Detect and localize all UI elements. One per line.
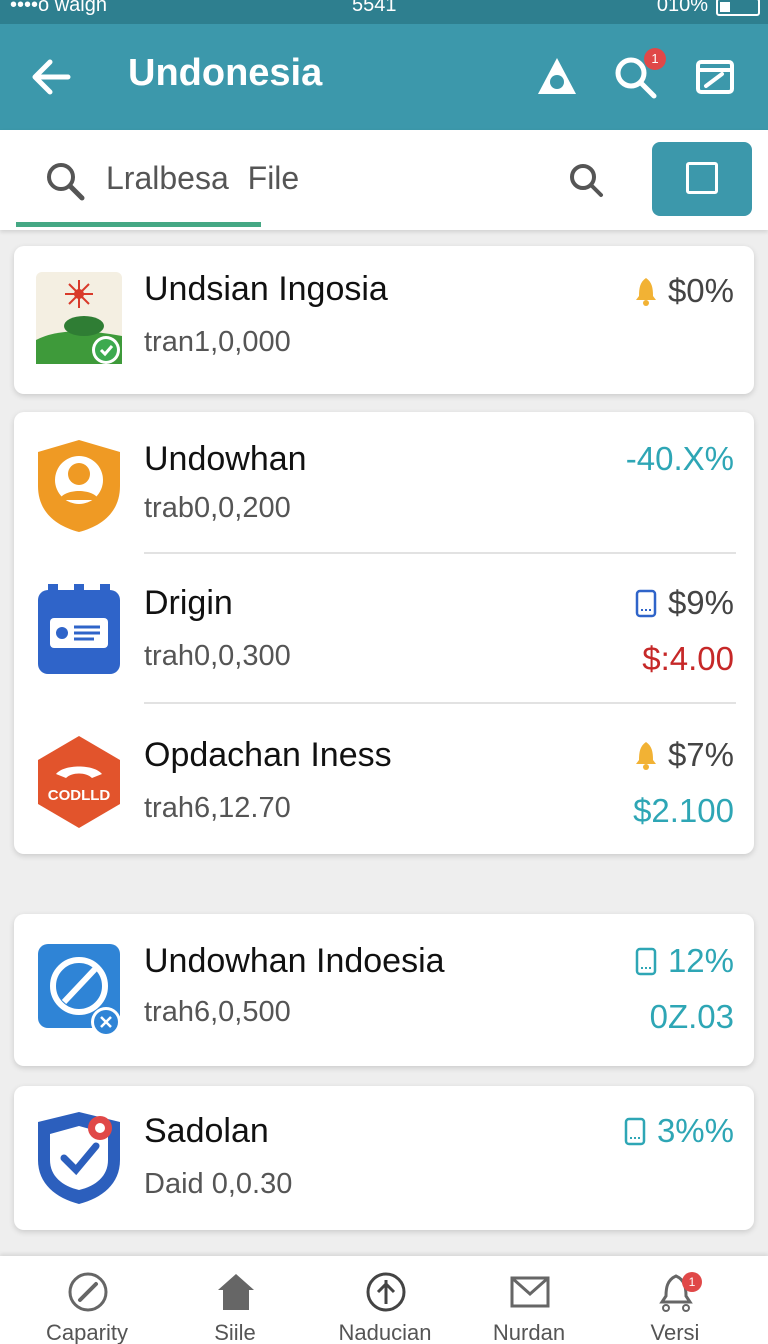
list-item[interactable]: Undowhan trab0,0,200 -40.X% <box>14 438 754 538</box>
list-item[interactable]: Undsian Ingosia tran1,0,000 $0% <box>14 270 754 370</box>
home-icon <box>218 1274 254 1310</box>
nav-item-siile[interactable]: Siile <box>160 1256 310 1344</box>
battery-label: 010% <box>656 0 708 16</box>
compass-logo-icon <box>38 944 121 1037</box>
list-item[interactable]: Drigin trah0,0,300 $9% $:4.00 <box>14 582 754 682</box>
item-name: Opdachan Iness <box>144 736 392 774</box>
shield-check-logo-icon <box>38 1112 120 1204</box>
item-name: Undowhan Indoesia <box>144 942 445 980</box>
app-bar: Undonesia 1 <box>0 24 768 130</box>
item-name: Drigin <box>144 584 233 622</box>
search-bar: Lralbesa File <box>0 130 768 230</box>
card: Undsian Ingosia tran1,0,000 $0% <box>14 246 754 394</box>
item-subtitle: trah0,0,300 <box>144 640 291 672</box>
bottom-nav: Caparity Siile Naducian Nurdan 1 Versi <box>0 1256 768 1344</box>
battery-icon <box>635 589 657 618</box>
card: Undowhan Indoesia trah6,0,500 12% 0Z.03 <box>14 914 754 1066</box>
compass-icon <box>366 1272 406 1312</box>
battery-icon <box>624 1117 646 1146</box>
item-percent: $0% <box>634 272 734 310</box>
nav-item-naducian[interactable]: Naducian <box>310 1256 460 1344</box>
back-arrow-icon[interactable] <box>28 54 74 100</box>
item-subtitle: trah6,0,500 <box>144 996 291 1028</box>
item-name: Undsian Ingosia <box>144 270 388 308</box>
battery-icon <box>635 947 657 976</box>
nav-item-nurdan[interactable]: Nurdan <box>454 1256 604 1344</box>
gauge-icon <box>68 1272 108 1312</box>
item-subtitle: trab0,0,200 <box>144 492 291 524</box>
item-name: Undowhan <box>144 440 307 478</box>
nav-label: Caparity <box>46 1320 128 1344</box>
user-shield-logo-icon <box>38 440 120 532</box>
nav-item-caparity[interactable]: Caparity <box>12 1256 162 1344</box>
filter-button[interactable] <box>652 142 752 216</box>
clock: 5541 <box>352 0 397 16</box>
search-icon <box>47 163 85 201</box>
carrier-label: ••••o waigh <box>10 0 107 16</box>
nav-label: Versi <box>650 1320 700 1344</box>
item-subtitle: trah6,12.70 <box>144 792 291 824</box>
item-value: $2.100 <box>633 792 734 829</box>
nav-label: Nurdan <box>492 1320 566 1344</box>
item-subtitle: tran1,0,000 <box>144 326 291 358</box>
list-item[interactable]: CODLLD Opdachan Iness trah6,12.70 $7% $2… <box>14 734 754 834</box>
item-percent: -40.X% <box>625 440 734 477</box>
item-percent: $7% <box>634 736 734 774</box>
bell-icon <box>635 742 656 770</box>
item-percent: 12% <box>634 942 734 980</box>
item-value: $:4.00 <box>642 640 734 677</box>
translate-icon[interactable] <box>534 54 580 100</box>
edit-list-icon[interactable] <box>692 54 738 100</box>
status-bar: ••••o waigh 5541 010% <box>0 0 768 24</box>
mail-icon <box>510 1276 550 1308</box>
list-item[interactable]: Undowhan Indoesia trah6,0,500 12% 0Z.03 <box>14 942 754 1042</box>
search-icon-secondary[interactable] <box>566 160 606 200</box>
item-value: 0Z.03 <box>649 998 734 1035</box>
item-percent: 3%% <box>623 1112 734 1150</box>
bell-icon <box>635 278 656 306</box>
nav-label: Siile <box>214 1320 256 1344</box>
notification-badge: 1 <box>644 48 666 70</box>
logo-text: CODLLD <box>48 787 111 804</box>
battery-icon <box>716 0 760 16</box>
nav-label: Naducian <box>338 1320 432 1344</box>
page-title: Undonesia <box>128 52 323 94</box>
landscape-logo-icon <box>36 272 122 364</box>
divider <box>144 552 736 554</box>
list-item[interactable]: Sadolan Daid 0,0.30 3%% <box>14 1110 754 1210</box>
card: Sadolan Daid 0,0.30 3%% <box>14 1086 754 1230</box>
nav-badge: 1 <box>682 1272 702 1292</box>
search-input[interactable]: Lralbesa File <box>106 160 299 197</box>
card: Undowhan trab0,0,200 -40.X% Drigin trah0… <box>14 412 754 854</box>
nav-item-versi[interactable]: 1 Versi <box>600 1256 750 1344</box>
calendar-logo-icon <box>38 584 120 674</box>
item-subtitle: Daid 0,0.30 <box>144 1168 293 1200</box>
item-name: Sadolan <box>144 1112 269 1150</box>
item-percent: $9% <box>634 584 734 622</box>
square-icon <box>686 162 718 194</box>
active-tab-indicator <box>16 222 261 227</box>
badge-logo-icon: CODLLD <box>38 736 120 828</box>
divider <box>144 702 736 704</box>
